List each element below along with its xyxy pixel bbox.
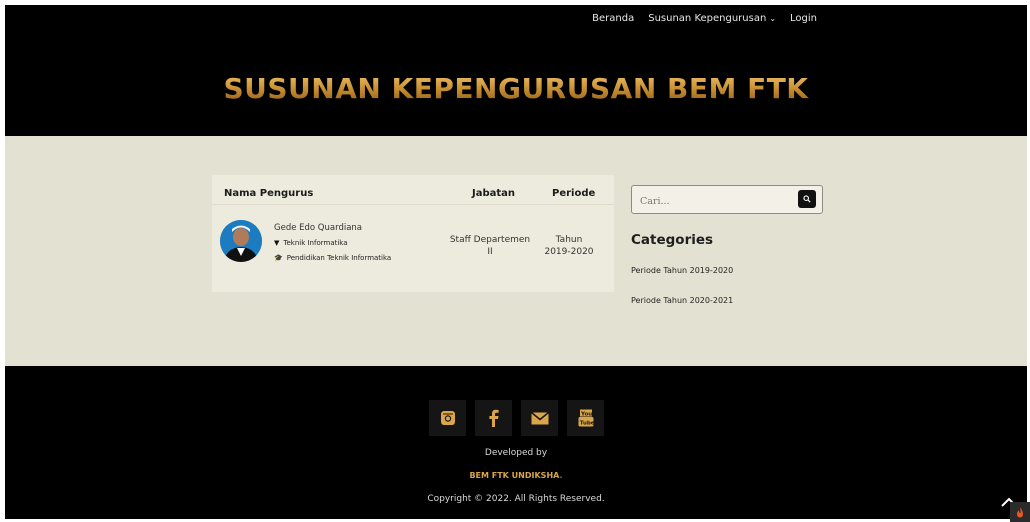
search-button[interactable] [798, 190, 816, 208]
flame-badge [1010, 502, 1030, 522]
nav-susunan-kepengurusan[interactable]: Susunan Kepengurusan ⌄ [648, 13, 776, 24]
page: Beranda Susunan Kepengurusan ⌄ Login SUS… [5, 5, 1027, 519]
instagram-icon[interactable] [429, 400, 466, 436]
search-box [631, 185, 823, 214]
pengurus-jurusan: 🎓 Pendidikan Teknik Informatika [274, 254, 391, 262]
column-header-nama: Nama Pengurus [224, 188, 314, 199]
developer-brand: BEM FTK UNDIKSHA. [5, 471, 1027, 480]
pengurus-prodi: ▼ Teknik Informatika [274, 239, 348, 247]
search-input[interactable] [640, 193, 790, 209]
column-header-periode: Periode [552, 188, 596, 199]
category-link-2020-2021[interactable]: Periode Tahun 2020-2021 [631, 296, 733, 305]
table-row: Gede Edo Quardiana ▼ Teknik Informatika … [212, 206, 614, 291]
filter-icon: ▼ [274, 239, 280, 247]
copyright-text: Copyright © 2022. All Rights Reserved. [427, 494, 605, 504]
page-title: SUSUNAN KEPENGURUSAN BEM FTK [5, 72, 1027, 105]
table-header: Nama Pengurus Jabatan Periode [212, 175, 614, 205]
jurusan-label: Pendidikan Teknik Informatika [286, 254, 392, 262]
chevron-down-icon: ⌄ [769, 14, 777, 23]
facebook-icon[interactable] [475, 400, 512, 436]
nav-beranda[interactable]: Beranda [592, 13, 634, 24]
categories-title: Categories [631, 232, 714, 248]
social-links: You Tube [429, 400, 604, 436]
nav-susunan-label: Susunan Kepengurusan [648, 13, 767, 24]
youtube-icon[interactable]: You Tube [567, 400, 604, 436]
pengurus-table: Nama Pengurus Jabatan Periode Gede Edo Q… [212, 175, 614, 292]
pengurus-periode: Tahun 2019-2020 [544, 235, 594, 257]
category-link-2019-2020[interactable]: Periode Tahun 2019-2020 [631, 266, 733, 275]
main-content: Nama Pengurus Jabatan Periode Gede Edo Q… [5, 136, 1027, 366]
svg-text:Tube: Tube [579, 421, 593, 427]
brand-dot: . [559, 471, 563, 480]
pengurus-jabatan: Staff Departemen II [449, 235, 531, 257]
developed-by-text: Developed by [484, 448, 548, 458]
site-header: Beranda Susunan Kepengurusan ⌄ Login SUS… [5, 5, 1027, 136]
email-icon[interactable] [521, 400, 558, 436]
flame-icon [1017, 506, 1023, 517]
nav-login[interactable]: Login [790, 13, 817, 24]
avatar [220, 220, 262, 262]
graduation-cap-icon: 🎓 [274, 254, 283, 262]
top-nav: Beranda Susunan Kepengurusan ⌄ Login [592, 13, 817, 24]
search-icon [803, 195, 811, 203]
svg-text:You: You [580, 412, 592, 418]
site-footer: You Tube Developed by BEM FTK UNDIKSHA. C… [5, 366, 1027, 519]
pengurus-name: Gede Edo Quardiana [274, 223, 363, 233]
prodi-label: Teknik Informatika [283, 239, 348, 247]
column-header-jabatan: Jabatan [472, 188, 516, 199]
brand-name: BEM FTK UNDIKSHA [469, 471, 560, 480]
